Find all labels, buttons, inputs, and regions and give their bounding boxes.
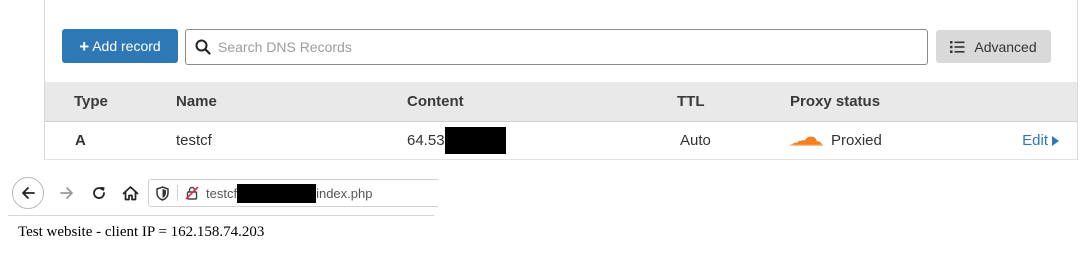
plus-icon: +: [79, 36, 90, 56]
shield-icon[interactable]: [156, 185, 169, 201]
dns-toolbar: + Add record Advanced: [45, 0, 1077, 82]
list-filter-icon: [950, 40, 965, 53]
table-header: Type Name Content TTL Proxy status: [45, 82, 1077, 122]
search-input[interactable]: [216, 38, 900, 56]
url-text-suffix: index.php: [316, 185, 373, 201]
reload-button[interactable]: [83, 177, 115, 209]
forward-button[interactable]: [51, 177, 83, 209]
record-ttl: Auto: [680, 132, 711, 149]
column-header-name[interactable]: Name: [176, 82, 217, 121]
edit-label: Edit: [1022, 132, 1048, 149]
page-content-text: Test website - client IP = 162.158.74.20…: [18, 224, 265, 240]
dns-search-box[interactable]: [185, 29, 928, 65]
record-content: 64.53: [407, 122, 506, 159]
column-header-ttl[interactable]: TTL: [677, 82, 705, 121]
edit-record-link[interactable]: Edit: [1022, 122, 1059, 159]
column-header-type[interactable]: Type: [74, 82, 108, 121]
address-bar[interactable]: testcf index.php: [148, 179, 438, 207]
back-button[interactable]: [12, 177, 44, 209]
add-record-button[interactable]: + Add record: [62, 29, 178, 63]
advanced-label: Advanced: [974, 38, 1037, 55]
advanced-button[interactable]: Advanced: [936, 30, 1051, 63]
home-button[interactable]: [114, 177, 146, 209]
browser-toolbar: testcf index.php: [8, 173, 438, 216]
redaction-box: [444, 127, 506, 154]
url-text-prefix: testcf: [206, 185, 238, 201]
caret-right-icon: [1052, 135, 1059, 146]
add-record-label: Add record: [92, 38, 161, 54]
reload-icon: [93, 187, 105, 199]
url-redaction-box: [237, 183, 317, 203]
forward-arrow-icon: [60, 187, 73, 199]
record-proxy-status: Proxied: [790, 122, 882, 159]
search-icon: [195, 39, 211, 55]
back-arrow-icon: [22, 187, 35, 199]
home-icon: [122, 186, 138, 201]
record-name: testcf: [176, 132, 212, 149]
proxy-status-label: Proxied: [831, 132, 882, 149]
record-type: A: [75, 132, 86, 149]
column-header-content[interactable]: Content: [407, 82, 464, 121]
proxied-cloud-icon: [790, 136, 823, 146]
insecure-lock-icon[interactable]: [185, 186, 199, 200]
table-row[interactable]: A testcf 64.53 Auto Proxied Edit: [45, 122, 1077, 160]
dns-records-panel: + Add record Advanced Type Name Con: [44, 0, 1078, 160]
column-header-proxy-status[interactable]: Proxy status: [790, 82, 880, 121]
record-content-value: 64.53: [407, 132, 445, 149]
address-bar-divider: [177, 185, 178, 201]
